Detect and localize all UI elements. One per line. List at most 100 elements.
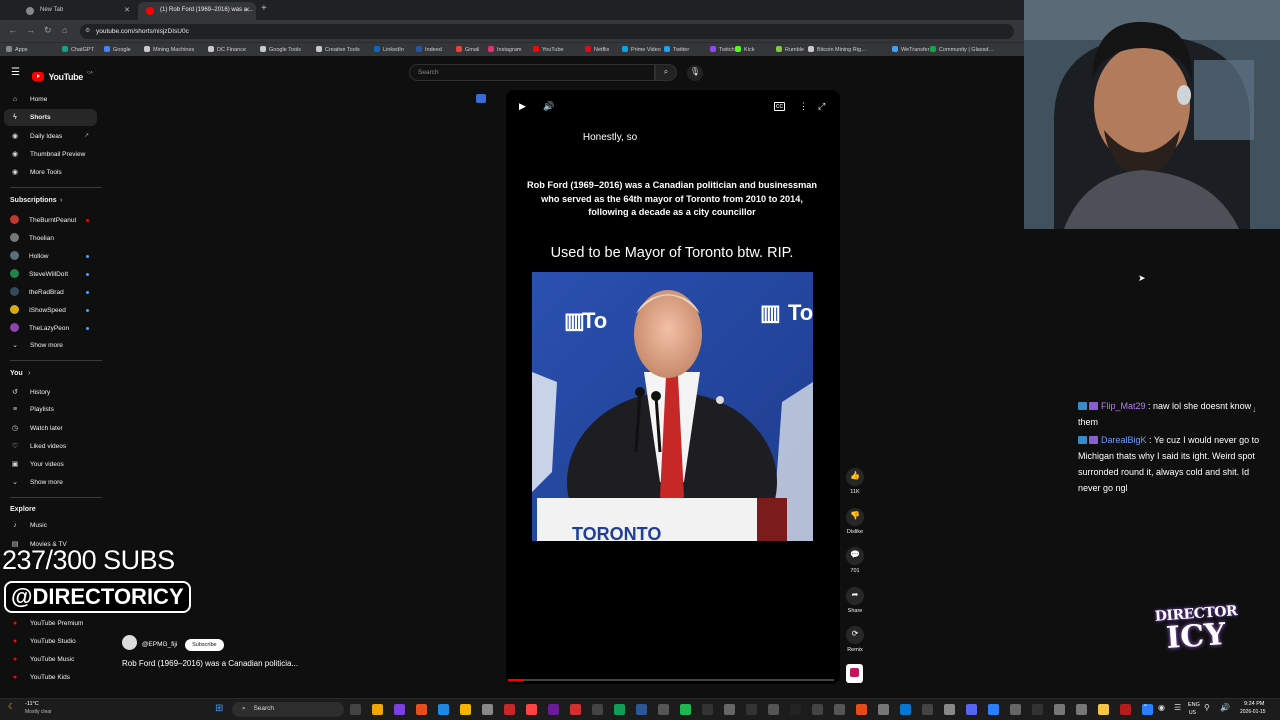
- taskbar-app-icon[interactable]: [988, 704, 999, 715]
- bookmark-item[interactable]: Instagram: [488, 46, 521, 53]
- sidebar-item[interactable]: ♪ Music: [10, 522, 47, 529]
- channel-handle[interactable]: @EPMG_fiji: [142, 641, 178, 648]
- home-icon[interactable]: ⌂: [62, 25, 67, 35]
- bookmark-item[interactable]: Kick: [735, 46, 754, 53]
- taskbar-app-icon[interactable]: [1076, 704, 1087, 715]
- tray-app-icon[interactable]: ☰: [1174, 703, 1181, 712]
- taskbar-app-icon[interactable]: [966, 704, 977, 715]
- taskbar-app-icon[interactable]: [702, 704, 713, 715]
- taskbar-app-icon[interactable]: [724, 704, 735, 715]
- you-heading[interactable]: You: [10, 370, 23, 377]
- cast-icon[interactable]: [476, 94, 486, 103]
- subscription-item[interactable]: TheBurntPeanut: [10, 215, 76, 224]
- taskbar-app-icon[interactable]: [790, 704, 801, 715]
- sidebar-item[interactable]: ⌄ Show more: [10, 478, 63, 486]
- taskbar-app-icon[interactable]: [548, 704, 559, 715]
- tab-close-icon[interactable]: ✕: [124, 6, 130, 14]
- search-input[interactable]: Search: [409, 64, 655, 81]
- bookmark-item[interactable]: Gmail: [456, 46, 479, 53]
- tray-overflow-icon[interactable]: ⌃: [1142, 703, 1149, 712]
- taskbar-app-icon[interactable]: [460, 704, 471, 715]
- voice-search-button[interactable]: 🎙: [687, 65, 703, 81]
- bookmark-item[interactable]: Google Tools: [260, 46, 301, 53]
- taskbar-app-icon[interactable]: [680, 704, 691, 715]
- bookmark-item[interactable]: Twitter: [664, 46, 689, 53]
- taskbar-app-icon[interactable]: [372, 704, 383, 715]
- more-from-youtube-item[interactable]: ● YouTube Music: [10, 656, 74, 663]
- action-dislike[interactable]: 👎 Dislike: [845, 508, 865, 535]
- fullscreen-icon[interactable]: ⤢: [818, 101, 825, 112]
- taskbar-app-icon[interactable]: [746, 704, 757, 715]
- bookmark-item[interactable]: Twitch: [710, 46, 735, 53]
- volume-icon[interactable]: 🔊: [543, 101, 554, 112]
- bookmark-item[interactable]: Community | Glassd…: [930, 46, 994, 53]
- bookmark-item[interactable]: LinkedIn: [374, 46, 404, 53]
- captions-icon[interactable]: cc: [774, 102, 785, 111]
- sidebar-item[interactable]: ◉ Thumbnail Preview: [10, 150, 85, 158]
- taskbar-app-icon[interactable]: [1120, 704, 1131, 715]
- windows-start-icon[interactable]: ⊞: [215, 703, 223, 714]
- weather-icon[interactable]: ☾: [8, 702, 15, 711]
- chat-scroll-icon[interactable]: ↓: [1252, 404, 1257, 414]
- reload-icon[interactable]: ↻: [44, 25, 52, 36]
- action-like[interactable]: 👍 11K: [845, 468, 865, 495]
- network-icon[interactable]: ⚲: [1204, 703, 1210, 712]
- bookmark-item[interactable]: Google: [104, 46, 131, 53]
- back-icon[interactable]: ←: [8, 25, 17, 35]
- bookmark-item[interactable]: Indeed: [416, 46, 442, 53]
- tab-active-short[interactable]: (1) Rob Ford (1969–2016) was a… ✕: [138, 2, 256, 20]
- bookmark-item[interactable]: Prime Video: [622, 46, 661, 53]
- taskbar-app-icon[interactable]: [878, 704, 889, 715]
- forward-icon[interactable]: →: [26, 25, 35, 35]
- more-from-youtube-item[interactable]: ● YouTube Kids: [10, 674, 70, 681]
- play-icon[interactable]: ▶: [519, 101, 526, 112]
- sidebar-item[interactable]: ◉ Daily Ideas: [10, 132, 62, 140]
- tab-close-icon[interactable]: ✕: [244, 6, 250, 14]
- sidebar-item[interactable]: ⌄ Show more: [10, 341, 63, 349]
- new-tab-icon[interactable]: +: [261, 3, 267, 14]
- taskbar-app-icon[interactable]: [1098, 704, 1109, 715]
- sidebar-item[interactable]: ◷ Watch later: [10, 424, 63, 432]
- bookmark-item[interactable]: ChatGPT: [62, 46, 94, 53]
- channel-avatar[interactable]: [122, 635, 137, 650]
- taskbar-app-icon[interactable]: [526, 704, 537, 715]
- youtube-logo[interactable]: YouTube CA: [32, 67, 93, 85]
- taskbar-app-icon[interactable]: [834, 704, 845, 715]
- bookmark-item[interactable]: Apps: [6, 46, 28, 53]
- sidebar-item[interactable]: ⌂ Home: [10, 96, 47, 103]
- taskbar-app-icon[interactable]: [658, 704, 669, 715]
- taskbar-app-icon[interactable]: [1032, 704, 1043, 715]
- taskbar-search-box[interactable]: ⌕ Search: [232, 702, 344, 717]
- subscriptions-heading[interactable]: Subscriptions: [10, 197, 57, 204]
- sidebar-item[interactable]: ↺ History: [10, 388, 50, 396]
- bookmark-item[interactable]: Mining Machines: [144, 46, 194, 53]
- more-options-icon[interactable]: ⋮: [799, 101, 808, 112]
- tray-app-icon[interactable]: ◉: [1158, 703, 1165, 712]
- action-comment[interactable]: 💬 701: [845, 547, 865, 574]
- subscribe-button[interactable]: Subscribe: [185, 639, 224, 651]
- subscription-item[interactable]: Hollow: [10, 251, 49, 260]
- url-field[interactable]: ⚙ youtube.com/shorts/nisjzDIsU0c: [80, 24, 1014, 39]
- taskbar-app-icon[interactable]: [504, 704, 515, 715]
- taskbar-app-icon[interactable]: [592, 704, 603, 715]
- taskbar-app-icon[interactable]: [394, 704, 405, 715]
- subscription-item[interactable]: TheLazyPeon: [10, 323, 69, 332]
- subscription-item[interactable]: Thoelian: [10, 233, 54, 242]
- sidebar-item[interactable]: ♡ Liked videos: [10, 442, 66, 450]
- site-info-icon[interactable]: ⚙: [85, 27, 90, 34]
- hamburger-menu-icon[interactable]: ☰: [11, 67, 20, 78]
- search-button[interactable]: ⌕: [655, 64, 677, 81]
- taskbar-app-icon[interactable]: [856, 704, 867, 715]
- video-frame[interactable]: ▥ To ▥ To TORONTO: [532, 272, 813, 541]
- taskbar-app-icon[interactable]: [944, 704, 955, 715]
- short-title[interactable]: Rob Ford (1969–2016) was a Canadian poli…: [122, 659, 298, 668]
- taskbar-app-icon[interactable]: [1010, 704, 1021, 715]
- taskbar-app-icon[interactable]: [1054, 704, 1065, 715]
- taskbar-app-icon[interactable]: [812, 704, 823, 715]
- taskbar-app-icon[interactable]: [768, 704, 779, 715]
- taskbar-app-icon[interactable]: [570, 704, 581, 715]
- subscription-item[interactable]: theRadBrad: [10, 287, 64, 296]
- more-from-youtube-item[interactable]: ● YouTube Studio: [10, 638, 76, 645]
- tab-new-tab[interactable]: New Tab ✕: [18, 2, 136, 20]
- more-from-youtube-item[interactable]: ● YouTube Premium: [10, 620, 83, 627]
